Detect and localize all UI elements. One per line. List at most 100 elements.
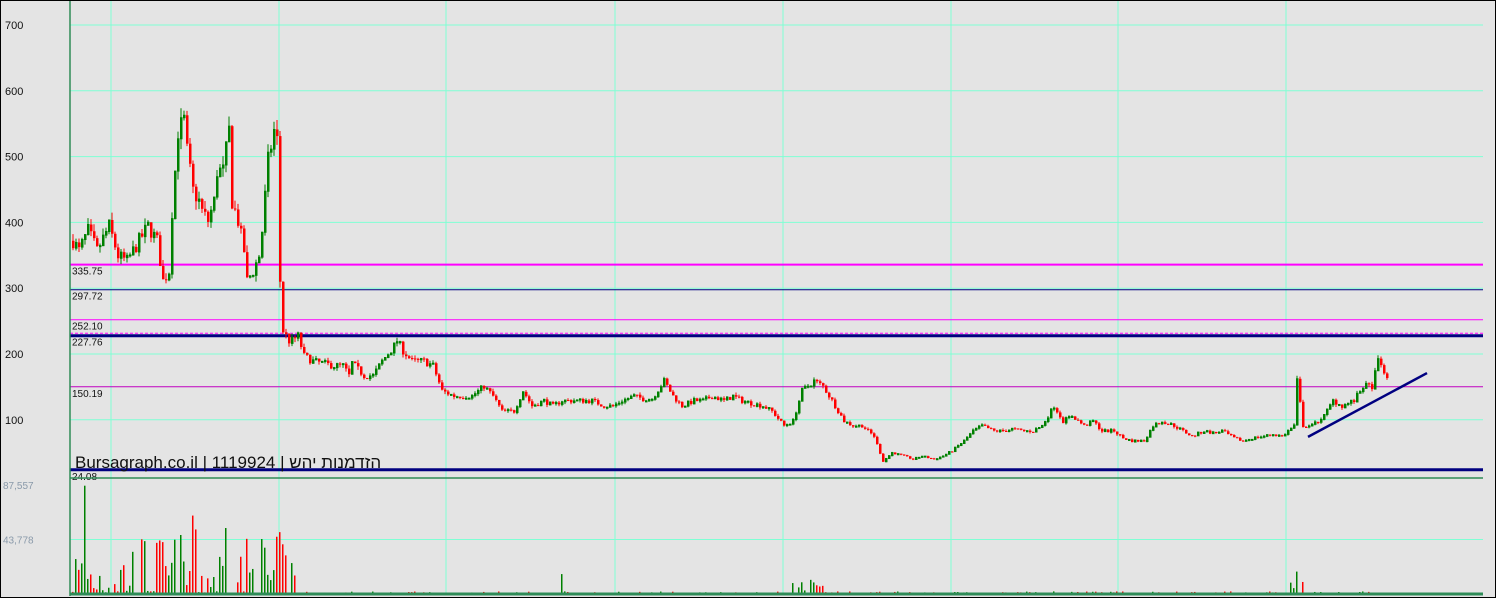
volume-bar <box>276 536 278 594</box>
candle <box>1386 372 1389 380</box>
candle <box>1137 439 1140 443</box>
candle <box>357 359 360 370</box>
candle <box>1362 387 1365 394</box>
candle <box>216 169 219 200</box>
candle-body <box>453 394 456 398</box>
candle <box>1308 424 1311 429</box>
volume-bar <box>270 580 272 594</box>
candle-body <box>918 456 921 459</box>
candle <box>708 394 711 400</box>
candle <box>630 394 633 400</box>
candle-body <box>873 433 876 437</box>
volume-bar <box>132 551 134 594</box>
candle-body <box>750 401 753 406</box>
candle <box>1035 427 1038 433</box>
candle <box>1182 427 1185 432</box>
candle-body <box>849 422 852 426</box>
candle-body <box>1176 426 1179 429</box>
volume-bar <box>168 575 170 594</box>
candle-body <box>504 409 507 411</box>
candle <box>1020 428 1023 431</box>
candle <box>330 360 333 370</box>
candle-body <box>1305 426 1308 428</box>
volume-bar <box>246 538 248 594</box>
candle <box>720 396 723 403</box>
candle-body <box>1272 434 1275 437</box>
candle-body <box>510 409 513 411</box>
candle <box>84 234 87 245</box>
candle <box>99 243 102 253</box>
candle <box>672 389 675 396</box>
candle <box>384 356 387 361</box>
volume-bar <box>261 539 263 594</box>
candle <box>666 377 669 387</box>
candle-body <box>186 115 189 144</box>
candle <box>1263 434 1266 439</box>
candle <box>159 231 162 267</box>
candle-body <box>114 233 117 248</box>
candle-body <box>1227 431 1230 435</box>
candle-body <box>1020 428 1023 430</box>
candle <box>699 397 702 403</box>
candle-body <box>588 400 591 403</box>
candle <box>960 443 963 447</box>
candle-body <box>672 391 675 396</box>
candle <box>306 352 309 357</box>
volume-bar <box>249 572 251 594</box>
candle <box>936 458 939 461</box>
candle <box>1215 431 1218 434</box>
candle <box>1302 399 1305 428</box>
candle-body <box>426 358 429 367</box>
candle-body <box>933 458 936 460</box>
candle-body <box>537 405 540 407</box>
volume-bar <box>81 563 83 594</box>
candle <box>1248 438 1251 442</box>
candle <box>558 401 561 407</box>
candle <box>1299 376 1302 403</box>
candle <box>555 400 558 406</box>
candle-body <box>135 246 138 252</box>
volume-bar <box>813 582 815 594</box>
candle <box>129 252 132 258</box>
candle-body <box>1164 422 1167 424</box>
candle-body <box>777 415 780 419</box>
candle <box>924 455 927 458</box>
candle-body <box>1242 440 1245 442</box>
candle <box>807 384 810 389</box>
candle-body <box>432 362 435 365</box>
candle <box>1038 426 1041 430</box>
candle <box>90 219 93 237</box>
candle <box>564 399 567 405</box>
candle <box>840 411 843 416</box>
candle-body <box>771 407 774 411</box>
volume-bar <box>792 583 794 594</box>
volume-bar <box>120 569 122 594</box>
candle <box>507 408 510 413</box>
candle-body <box>1032 431 1035 433</box>
candle <box>390 352 393 356</box>
candle-body <box>789 423 792 426</box>
candle <box>1176 425 1179 431</box>
volume-bar <box>282 544 284 594</box>
candle-body <box>252 274 255 277</box>
candle-body <box>816 379 819 382</box>
level-label: 150.19 <box>72 389 103 400</box>
candle <box>1173 423 1176 429</box>
candle-body <box>840 413 843 416</box>
candle <box>1107 428 1110 433</box>
candle-body <box>627 398 630 401</box>
candle <box>1170 422 1173 425</box>
volume-bar <box>180 534 182 594</box>
candle <box>267 144 270 198</box>
candle <box>1290 427 1293 432</box>
candle-body <box>912 458 915 460</box>
candle <box>417 357 420 363</box>
candle <box>615 401 618 408</box>
candle <box>663 376 666 388</box>
candle <box>396 337 399 347</box>
candle <box>270 145 273 158</box>
candle-body <box>1215 431 1218 433</box>
candle-body <box>597 400 600 405</box>
volume-bar <box>279 532 281 594</box>
candle <box>252 274 255 278</box>
